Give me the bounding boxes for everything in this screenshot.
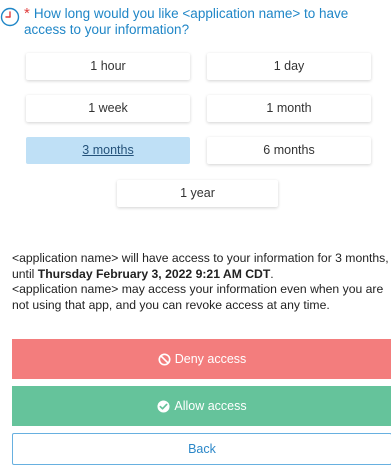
access-duration-end: . — [270, 266, 274, 281]
access-expiry-date: Thursday February 3, 2022 9:21 AM CDT — [37, 266, 271, 281]
option-1-week[interactable]: 1 week — [26, 95, 190, 122]
ban-icon — [158, 352, 171, 366]
option-1-year[interactable]: 1 year — [117, 180, 278, 207]
question-label: How long would you like <application nam… — [24, 6, 349, 37]
back-button[interactable]: Back — [12, 433, 391, 465]
duration-question: * How long would you like <application na… — [0, 0, 391, 44]
deny-access-label: Deny access — [174, 352, 247, 366]
access-revoke-text: <application name> may access your infor… — [12, 282, 384, 312]
allow-access-label: Allow access — [174, 399, 247, 413]
check-circle-icon — [157, 399, 170, 413]
required-marker: * — [24, 5, 30, 22]
access-info: <application name> will have access to y… — [12, 251, 390, 313]
option-6-months[interactable]: 6 months — [207, 137, 371, 164]
allow-access-button[interactable]: Allow access — [12, 386, 391, 426]
option-3-months[interactable]: 3 months — [26, 137, 190, 164]
question-text: * How long would you like <application na… — [24, 6, 384, 38]
deny-access-button[interactable]: Deny access — [12, 339, 391, 379]
option-1-month[interactable]: 1 month — [207, 95, 371, 122]
clock-icon — [0, 7, 20, 27]
option-1-hour[interactable]: 1 hour — [26, 53, 190, 80]
back-label: Back — [188, 442, 216, 456]
option-1-day[interactable]: 1 day — [207, 53, 371, 80]
